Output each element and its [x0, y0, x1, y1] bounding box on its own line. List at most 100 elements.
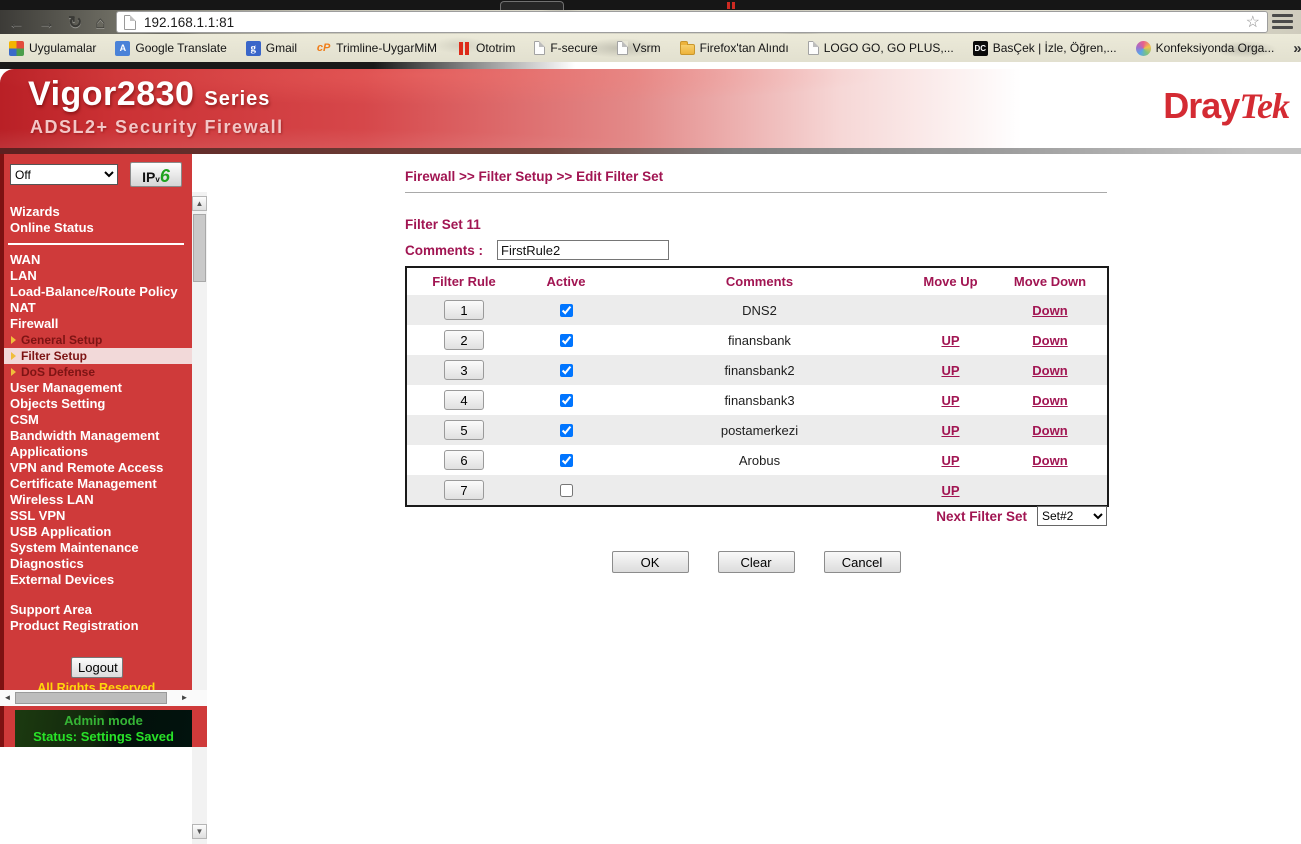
bookmark-google-translate[interactable]: AGoogle Translate [115, 41, 226, 56]
browser-menu-icon[interactable] [1272, 14, 1293, 29]
menu-gap [4, 588, 192, 602]
move-down-link-4[interactable]: Down [1032, 393, 1067, 408]
next-filter-set-select[interactable]: Set#2 [1037, 506, 1107, 526]
cancel-button[interactable]: Cancel [824, 551, 901, 573]
sidebar-item-bandwidth-management[interactable]: Bandwidth Management [4, 428, 192, 444]
forward-icon[interactable]: → [38, 14, 55, 31]
bookmark-ototrim[interactable]: Ototrim [456, 41, 515, 56]
rule-button-6[interactable]: 6 [444, 450, 484, 470]
sidebar-item-csm[interactable]: CSM [4, 412, 192, 428]
ok-button[interactable]: OK [612, 551, 689, 573]
bookmark-gmail[interactable]: gGmail [246, 41, 297, 56]
bookmark-label: F-secure [550, 41, 597, 55]
scroll-left-icon[interactable]: ◄ [1, 691, 14, 705]
sidebar-item-ssl-vpn[interactable]: SSL VPN [4, 508, 192, 524]
active-checkbox-2[interactable] [560, 334, 573, 347]
move-down-link-6[interactable]: Down [1032, 453, 1067, 468]
sidebar-item-wireless-lan[interactable]: Wireless LAN [4, 492, 192, 508]
bookmark-label: LOGO GO, GO PLUS,... [824, 41, 954, 55]
horizontal-scroll-thumb[interactable] [15, 692, 167, 704]
bookmark-star-icon[interactable]: ☆ [1246, 12, 1260, 32]
next-filter-set-label: Next Filter Set [936, 509, 1027, 524]
rule-button-3[interactable]: 3 [444, 360, 484, 380]
active-checkbox-4[interactable] [560, 394, 573, 407]
bookmark-uygulamalar[interactable]: Uygulamalar [9, 41, 96, 56]
sidebar-item-general-setup[interactable]: General Setup [4, 332, 192, 348]
active-checkbox-7[interactable] [560, 484, 573, 497]
table-row: 3 finansbank2 UP Down [406, 355, 1108, 385]
bookmark-f-secure[interactable]: F-secure [534, 41, 597, 55]
sidebar-item-product-registration[interactable]: Product Registration [4, 618, 192, 634]
move-up-link-5[interactable]: UP [941, 423, 959, 438]
bookmark-trimline-uygarmim[interactable]: cPTrimline-UygarMiM [316, 41, 437, 56]
sidebar-item-external-devices[interactable]: External Devices [4, 572, 192, 588]
sidebar-item-system-maintenance[interactable]: System Maintenance [4, 540, 192, 556]
move-down-link-3[interactable]: Down [1032, 363, 1067, 378]
rule-button-7[interactable]: 7 [444, 480, 484, 500]
logout-button[interactable]: Logout [71, 657, 123, 678]
sidebar-item-usb-application[interactable]: USB Application [4, 524, 192, 540]
home-icon[interactable]: ⌂ [95, 14, 105, 31]
active-checkbox-3[interactable] [560, 364, 573, 377]
rule-button-1[interactable]: 1 [444, 300, 484, 320]
comment-cell: DNS2 [611, 295, 908, 325]
url-text[interactable]: 192.168.1.1:81 [144, 15, 234, 30]
sidebar-item-objects-setting[interactable]: Objects Setting [4, 396, 192, 412]
move-down-link-2[interactable]: Down [1032, 333, 1067, 348]
scroll-up-icon[interactable]: ▲ [192, 196, 207, 211]
move-up-link-6[interactable]: UP [941, 453, 959, 468]
bookmark-bas-ek-i-zle-ren[interactable]: DCBasÇek | İzle, Öğren,... [973, 41, 1117, 56]
rule-button-2[interactable]: 2 [444, 330, 484, 350]
move-down-link-5[interactable]: Down [1032, 423, 1067, 438]
bookmark-vsrm[interactable]: Vsrm [617, 41, 661, 55]
active-checkbox-5[interactable] [560, 424, 573, 437]
move-up-link-7[interactable]: UP [941, 483, 959, 498]
sidebar-item-diagnostics[interactable]: Diagnostics [4, 556, 192, 572]
active-checkbox-6[interactable] [560, 454, 573, 467]
doc-icon [617, 41, 628, 55]
sidebar-item-applications[interactable]: Applications [4, 444, 192, 460]
bookmark-konfeksiyonda-orga[interactable]: Konfeksiyonda Orga... [1136, 41, 1275, 56]
comment-cell: finansbank2 [611, 355, 908, 385]
sidebar-item-firewall[interactable]: Firewall [4, 316, 192, 332]
sidebar-bottom: Admin mode Status: Settings Saved [4, 706, 207, 747]
scroll-right-icon[interactable]: ► [178, 691, 191, 705]
active-checkbox-1[interactable] [560, 304, 573, 317]
sidebar-item-nat[interactable]: NAT [4, 300, 192, 316]
clear-button[interactable]: Clear [718, 551, 795, 573]
sidebar-item-filter-setup[interactable]: Filter Setup [4, 348, 192, 364]
sidebar-item-label: General Setup [21, 332, 102, 348]
back-icon[interactable]: ← [8, 14, 25, 31]
bookmark-label: Google Translate [135, 41, 226, 55]
move-down-link-1[interactable]: Down [1032, 303, 1067, 318]
sidebar-item-certificate-management[interactable]: Certificate Management [4, 476, 192, 492]
sidebar-item-wizards[interactable]: Wizards [4, 204, 192, 220]
ipv6-button[interactable]: IPv6 [130, 162, 182, 187]
move-up-link-2[interactable]: UP [941, 333, 959, 348]
sidebar-item-wan[interactable]: WAN [4, 252, 192, 268]
scroll-down-icon[interactable]: ▼ [192, 824, 207, 839]
vertical-scroll-thumb[interactable] [193, 214, 206, 282]
refresh-icon[interactable]: ↻ [68, 14, 82, 31]
sidebar-item-support-area[interactable]: Support Area [4, 602, 192, 618]
address-bar[interactable]: 192.168.1.1:81 ☆ [116, 11, 1268, 33]
sidebar-item-lan[interactable]: LAN [4, 268, 192, 284]
bookmark-logo-go-go-plus[interactable]: LOGO GO, GO PLUS,... [808, 41, 954, 55]
sidebar-item-load-balance-route-policy[interactable]: Load-Balance/Route Policy [4, 284, 192, 300]
browser-tab[interactable] [500, 1, 564, 10]
sidebar-item-online-status[interactable]: Online Status [4, 220, 192, 236]
doc-icon [534, 41, 545, 55]
mode-select[interactable]: Off [10, 164, 118, 185]
sidebar-item-dos-defense[interactable]: DoS Defense [4, 364, 192, 380]
rule-button-5[interactable]: 5 [444, 420, 484, 440]
rule-button-4[interactable]: 4 [444, 390, 484, 410]
move-up-link-4[interactable]: UP [941, 393, 959, 408]
bookmarks-overflow-icon[interactable]: » [1293, 40, 1301, 57]
move-up-link-3[interactable]: UP [941, 363, 959, 378]
column-header-active: Active [521, 267, 611, 295]
sidebar-horizontal-scrollbar[interactable]: ◄ ► [0, 690, 207, 706]
sidebar-item-user-management[interactable]: User Management [4, 380, 192, 396]
sidebar-item-vpn-and-remote-access[interactable]: VPN and Remote Access [4, 460, 192, 476]
comments-input[interactable] [497, 240, 669, 260]
bookmark-firefox-tan-al-nd[interactable]: Firefox'tan Alındı [680, 41, 789, 55]
